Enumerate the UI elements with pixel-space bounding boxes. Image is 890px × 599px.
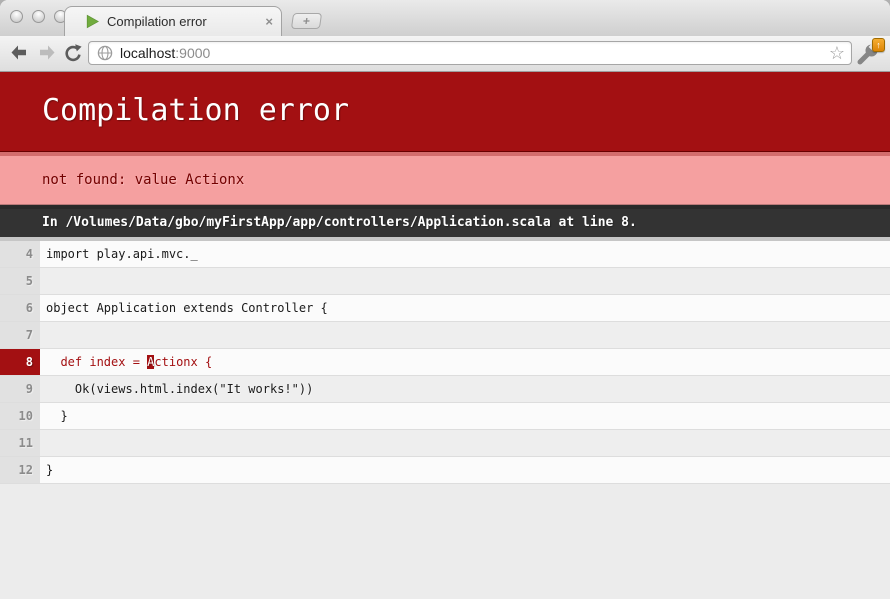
settings-wrench-button[interactable]: ↑ [854, 40, 886, 67]
error-detail: not found: value Actionx [0, 152, 890, 205]
tab-title: Compilation error [107, 14, 265, 29]
browser-window: Compilation error × + localhost:9000 ☆ [0, 0, 890, 599]
globe-icon [97, 45, 113, 61]
reload-button[interactable] [62, 42, 84, 64]
page-title: Compilation error [0, 72, 890, 152]
bookmark-star-icon[interactable]: ☆ [829, 44, 845, 62]
forward-button[interactable] [36, 42, 58, 64]
code-line: 4import play.api.mvc._ [0, 241, 890, 268]
code-listing: 4import play.api.mvc._56object Applicati… [0, 237, 890, 484]
code-line: 12} [0, 457, 890, 484]
line-number: 7 [0, 322, 40, 348]
code-line: 6object Application extends Controller { [0, 295, 890, 322]
code-line: 5 [0, 268, 890, 295]
line-code: object Application extends Controller { [40, 295, 890, 321]
line-number: 5 [0, 268, 40, 294]
line-number: 8 [0, 349, 40, 375]
line-number: 4 [0, 241, 40, 267]
error-page: Compilation error not found: value Actio… [0, 72, 890, 599]
address-bar[interactable]: localhost:9000 ☆ [88, 41, 852, 65]
tab-compilation-error[interactable]: Compilation error × [64, 6, 282, 36]
url-host: localhost [120, 45, 175, 61]
update-badge-icon: ↑ [872, 38, 885, 52]
line-code: } [40, 457, 890, 483]
code-line-error: 8 def index = Actionx { [0, 349, 890, 376]
url-text: localhost:9000 [120, 45, 829, 61]
back-button[interactable] [8, 42, 30, 64]
line-number: 11 [0, 430, 40, 456]
close-window-button[interactable] [10, 10, 23, 23]
line-number: 10 [0, 403, 40, 429]
url-port: :9000 [175, 45, 210, 61]
line-code: } [40, 403, 890, 429]
window-controls [10, 10, 67, 23]
line-number: 6 [0, 295, 40, 321]
code-line: 11 [0, 430, 890, 457]
line-code: def index = Actionx { [40, 349, 890, 375]
code-line: 7 [0, 322, 890, 349]
reload-icon [62, 42, 84, 64]
line-code [40, 322, 890, 348]
titlebar[interactable]: Compilation error × + [0, 0, 890, 36]
code-line: 9 Ok(views.html.index("It works!")) [0, 376, 890, 403]
new-tab-button[interactable]: + [291, 13, 322, 29]
error-location: In /Volumes/Data/gbo/myFirstApp/app/cont… [0, 205, 890, 237]
line-code [40, 268, 890, 294]
minimize-window-button[interactable] [32, 10, 45, 23]
line-code [40, 430, 890, 456]
plus-icon: + [302, 14, 311, 28]
line-code: import play.api.mvc._ [40, 241, 890, 267]
tab-close-icon[interactable]: × [265, 15, 273, 28]
line-number: 12 [0, 457, 40, 483]
code-line: 10 } [0, 403, 890, 430]
line-number: 9 [0, 376, 40, 402]
forward-arrow-icon [36, 42, 58, 64]
back-arrow-icon [8, 42, 30, 64]
line-code: Ok(views.html.index("It works!")) [40, 376, 890, 402]
play-favicon-icon [85, 14, 100, 29]
